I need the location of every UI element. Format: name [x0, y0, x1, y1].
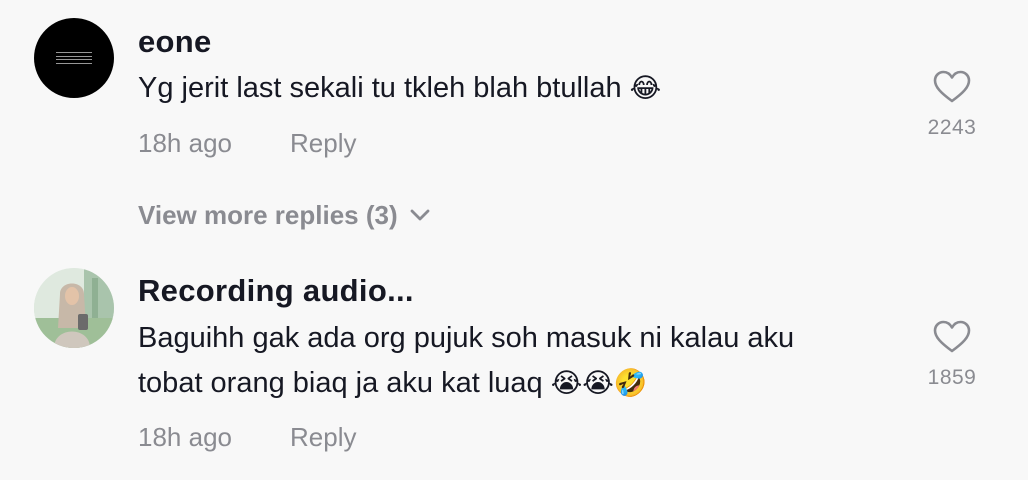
- comment-text: Baguihh gak ada org pujuk soh masuk ni k…: [138, 316, 794, 406]
- comment-text-line-2: tobat orang biaq ja aku kat luaq 😭😭🤣: [138, 361, 794, 406]
- heart-icon: [933, 320, 971, 353]
- avatar[interactable]: [34, 18, 114, 98]
- avatar-text-decoration: [56, 52, 92, 64]
- comment-text: Yg jerit last sekali tu tkleh blah btull…: [138, 66, 661, 111]
- comment-text-line: Yg jerit last sekali tu tkleh blah btull…: [138, 72, 622, 104]
- like-button[interactable]: 1859: [920, 320, 984, 390]
- comment-emoji: 😭😭🤣: [550, 368, 648, 399]
- avatar-photo: [34, 268, 114, 348]
- like-count: 2243: [927, 116, 977, 139]
- like-count: 1859: [927, 366, 977, 389]
- comment-meta: 18h ago Reply: [138, 128, 356, 159]
- view-more-replies-button[interactable]: View more replies (3): [138, 200, 430, 231]
- heart-icon: [933, 70, 971, 103]
- comment-meta: 18h ago Reply: [138, 422, 356, 453]
- comment-username[interactable]: eone: [138, 24, 212, 60]
- comment-emoji: 😂: [629, 73, 662, 104]
- reply-button[interactable]: Reply: [290, 422, 356, 452]
- comment-text-line: tobat orang biaq ja aku kat luaq: [138, 367, 543, 399]
- avatar[interactable]: [34, 268, 114, 348]
- comment-username[interactable]: Recording audio...: [138, 273, 414, 309]
- comment-text-line: Baguihh gak ada org pujuk soh masuk ni k…: [138, 322, 795, 354]
- chevron-down-icon: [410, 209, 430, 221]
- comment-list: eone Yg jerit last sekali tu tkleh blah …: [0, 0, 1028, 480]
- comment-timestamp: 18h ago: [138, 128, 232, 158]
- like-button[interactable]: 2243: [920, 70, 984, 140]
- comment-timestamp: 18h ago: [138, 422, 232, 452]
- view-more-label: View more replies (3): [138, 200, 398, 230]
- reply-button[interactable]: Reply: [290, 128, 356, 158]
